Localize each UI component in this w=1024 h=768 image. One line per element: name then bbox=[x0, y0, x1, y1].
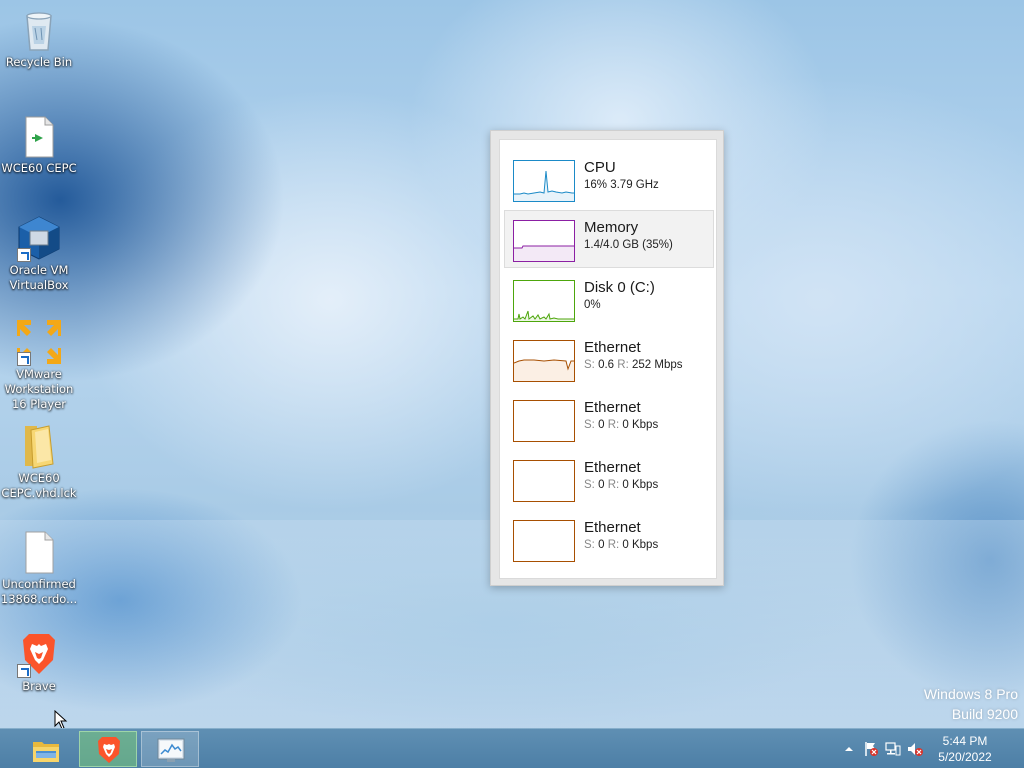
perf-item-subtitle: 0% bbox=[584, 299, 601, 311]
desktop-icon-wce60-cepc[interactable]: WCE60 CEPC bbox=[0, 112, 79, 176]
perf-item-memory[interactable]: Memory 1.4/4.0 GB (35%) bbox=[504, 210, 714, 268]
desktop-icon-virtualbox[interactable]: Oracle VM VirtualBox bbox=[0, 214, 79, 293]
desktop-icon-brave[interactable]: Brave bbox=[0, 630, 79, 694]
desktop-icon-label: Unconfirmed 13868.crdo... bbox=[0, 577, 78, 606]
ethernet-graph bbox=[513, 520, 575, 562]
perf-item-subtitle: S: 0.6 R: 252 Mbps bbox=[584, 359, 683, 371]
disk-sparkline bbox=[514, 310, 574, 321]
desktop-icon-vhd-lck[interactable]: WCE60 CEPC.vhd.lck bbox=[0, 422, 79, 501]
shortcut-arrow-icon bbox=[17, 664, 31, 678]
perf-item-title: Ethernet bbox=[584, 459, 641, 476]
perf-item-title: Ethernet bbox=[584, 399, 641, 416]
perf-item-subtitle: 16% 3.79 GHz bbox=[584, 179, 659, 191]
perf-item-cpu[interactable]: CPU 16% 3.79 GHz bbox=[504, 150, 714, 208]
taskbar-button-brave[interactable] bbox=[79, 731, 137, 767]
perf-item-disk[interactable]: Disk 0 (C:) 0% bbox=[504, 270, 714, 328]
perf-item-subtitle: S: 0 R: 0 Kbps bbox=[584, 419, 658, 431]
ethernet-graph bbox=[513, 400, 575, 442]
network-icon[interactable] bbox=[885, 741, 901, 757]
perf-item-ethernet-4[interactable]: Ethernet S: 0 R: 0 Kbps bbox=[504, 510, 714, 568]
desktop-icon-label: Brave bbox=[22, 679, 56, 693]
clock-time: 5:44 PM bbox=[942, 734, 988, 748]
memory-sparkline bbox=[514, 245, 574, 261]
receive-label: R: bbox=[617, 359, 629, 371]
desktop-icon-recycle-bin[interactable]: Recycle Bin bbox=[0, 6, 79, 70]
perf-item-ethernet-3[interactable]: Ethernet S: 0 R: 0 Kbps bbox=[504, 450, 714, 508]
receive-value: 0 Kbps bbox=[622, 419, 659, 431]
perf-item-subtitle: 1.4/4.0 GB (35%) bbox=[584, 239, 673, 251]
perf-item-subtitle: S: 0 R: 0 Kbps bbox=[584, 479, 658, 491]
send-label: S: bbox=[584, 359, 595, 371]
vmware-icon bbox=[15, 318, 63, 366]
desktop-icon-label: VMware Workstation 16 Player bbox=[4, 367, 74, 411]
desktop-icon-unconfirmed-download[interactable]: Unconfirmed 13868.crdo... bbox=[0, 528, 79, 607]
receive-label: R: bbox=[607, 479, 620, 491]
ethernet-sparkline bbox=[514, 359, 574, 381]
volume-muted-icon[interactable] bbox=[907, 741, 923, 757]
perf-item-subtitle: S: 0 R: 0 Kbps bbox=[584, 539, 658, 551]
file-icon bbox=[15, 112, 63, 160]
taskbar: 5:44 PM 5/20/2022 bbox=[0, 728, 1024, 768]
send-label: S: bbox=[584, 539, 595, 551]
ethernet-graph bbox=[513, 340, 575, 382]
performance-list: CPU 16% 3.79 GHz Memory 1.4/4.0 GB (35%) bbox=[499, 139, 717, 579]
disk-graph bbox=[513, 280, 575, 322]
desktop-icon-vmware[interactable]: VMware Workstation 16 Player bbox=[0, 318, 79, 412]
clock-date: 5/20/2022 bbox=[938, 750, 992, 764]
perf-item-title: Ethernet bbox=[584, 519, 641, 536]
folder-icon bbox=[15, 422, 63, 470]
perf-item-title: CPU bbox=[584, 159, 616, 176]
show-hidden-icons-chevron-icon[interactable] bbox=[841, 741, 857, 757]
task-manager-icon bbox=[157, 738, 185, 762]
recycle-bin-icon bbox=[15, 6, 63, 54]
perf-item-ethernet-2[interactable]: Ethernet S: 0 R: 0 Kbps bbox=[504, 390, 714, 448]
desktop-icon-label: Oracle VM VirtualBox bbox=[9, 263, 69, 292]
perf-item-title: Ethernet bbox=[584, 339, 641, 356]
receive-value: 0 Kbps bbox=[622, 539, 659, 551]
desktop-icon-label: WCE60 CEPC bbox=[1, 161, 77, 175]
notification-area: 5:44 PM 5/20/2022 bbox=[824, 729, 1024, 768]
watermark-build: Build 9200 bbox=[951, 706, 1018, 722]
receive-label: R: bbox=[607, 419, 620, 431]
performance-summary-panel: CPU 16% 3.79 GHz Memory 1.4/4.0 GB (35%) bbox=[490, 130, 724, 586]
folder-icon bbox=[33, 742, 59, 762]
send-value: 0.6 bbox=[598, 359, 615, 371]
desktop-icon-label: WCE60 CEPC.vhd.lck bbox=[1, 471, 77, 500]
action-center-flag-icon[interactable] bbox=[863, 741, 879, 757]
receive-label: R: bbox=[607, 539, 620, 551]
perf-item-title: Memory bbox=[584, 219, 639, 236]
perf-item-ethernet-1[interactable]: Ethernet S: 0.6 R: 252 Mbps bbox=[504, 330, 714, 388]
taskbar-button-task-manager[interactable] bbox=[141, 731, 199, 767]
brave-icon bbox=[98, 737, 120, 763]
desktop-icon-label: Recycle Bin bbox=[5, 55, 73, 69]
receive-value: 252 Mbps bbox=[631, 359, 683, 371]
virtualbox-icon bbox=[15, 214, 63, 262]
send-value: 0 bbox=[598, 419, 605, 431]
windows-build-watermark: Windows 8 Pro Build 9200 bbox=[924, 684, 1018, 724]
brave-icon bbox=[15, 630, 63, 678]
send-value: 0 bbox=[598, 479, 605, 491]
send-label: S: bbox=[584, 419, 595, 431]
cpu-sparkline bbox=[514, 170, 574, 201]
shortcut-arrow-icon bbox=[17, 248, 31, 262]
send-label: S: bbox=[584, 479, 595, 491]
taskbar-button-file-explorer[interactable] bbox=[16, 731, 74, 767]
perf-item-title: Disk 0 (C:) bbox=[584, 279, 655, 296]
shortcut-arrow-icon bbox=[17, 352, 31, 366]
watermark-edition: Windows 8 Pro bbox=[923, 686, 1018, 702]
send-value: 0 bbox=[598, 539, 605, 551]
blank-file-icon bbox=[15, 528, 63, 576]
memory-graph bbox=[513, 220, 575, 262]
ethernet-graph bbox=[513, 460, 575, 502]
receive-value: 0 Kbps bbox=[622, 479, 659, 491]
cpu-graph bbox=[513, 160, 575, 202]
mouse-cursor-icon bbox=[54, 710, 68, 730]
taskbar-clock[interactable]: 5:44 PM 5/20/2022 bbox=[930, 733, 1000, 765]
